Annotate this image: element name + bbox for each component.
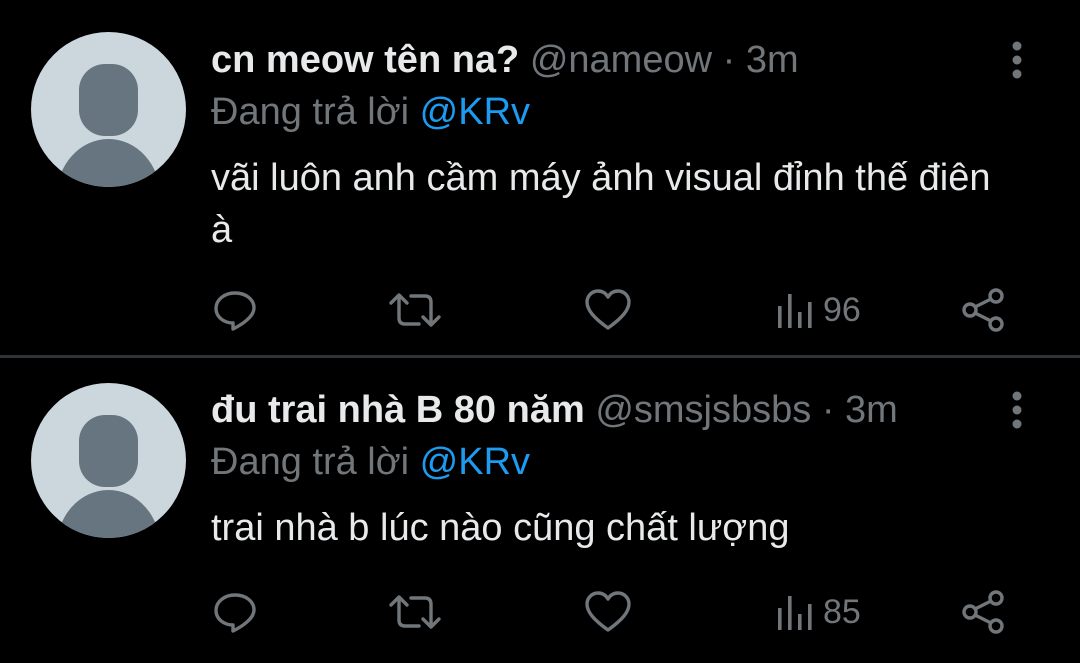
user-handle[interactable]: @smsjsbsbs (595, 389, 811, 431)
tweet-header: đu trai nhà B 80 năm @smsjsbsbs · 3m (211, 388, 898, 432)
views-button[interactable]: 85 (775, 582, 861, 642)
views-button[interactable]: 96 (775, 280, 861, 340)
timestamp[interactable]: 3m (845, 389, 898, 431)
replying-to-label: Đang trả lời (211, 91, 410, 133)
avatar[interactable] (31, 32, 186, 187)
replying-to: Đang trả lời @KRv (211, 90, 530, 134)
tweet-text: vãi luôn anh cầm máy ảnh visual đỉnh thế… (211, 157, 991, 251)
heart-icon (585, 591, 631, 632)
display-name[interactable]: cn meow tên na? (211, 39, 519, 81)
reply-icon (214, 593, 256, 633)
separator-dot: · (821, 389, 835, 431)
retweet-icon (389, 595, 441, 629)
more-vertical-icon (1012, 391, 1022, 429)
tweet-actions: 85 (0, 582, 1080, 642)
tweet-actions: 96 (0, 280, 1080, 340)
tweet-item[interactable]: đu trai nhà B 80 năm @smsjsbsbs · 3m Đan… (0, 358, 1080, 663)
more-button[interactable] (1000, 38, 1034, 82)
mention-link[interactable]: @KRv (420, 91, 530, 133)
views-chart-icon (778, 294, 812, 328)
default-avatar-icon (57, 64, 160, 187)
mention-link[interactable]: @KRv (420, 441, 530, 483)
retweet-button[interactable] (383, 582, 447, 642)
views-chart-icon (778, 596, 812, 630)
heart-icon (585, 289, 631, 330)
display-name[interactable]: đu trai nhà B 80 năm (211, 389, 585, 431)
tweet-header: cn meow tên na? @nameow · 3m (211, 38, 799, 82)
separator-dot: · (722, 39, 736, 81)
more-vertical-icon (1012, 41, 1022, 79)
like-button[interactable] (584, 280, 632, 340)
views-count: 85 (823, 592, 861, 631)
tweet-item[interactable]: cn meow tên na? @nameow · 3m Đang trả lờ… (0, 0, 1080, 356)
default-avatar-icon (57, 415, 160, 538)
more-button[interactable] (1000, 388, 1034, 432)
share-button[interactable] (960, 280, 1006, 340)
like-button[interactable] (584, 582, 632, 642)
reply-icon (214, 291, 256, 331)
share-button[interactable] (960, 582, 1006, 642)
replying-to-label: Đang trả lời (211, 441, 410, 483)
replying-to: Đang trả lời @KRv (211, 440, 530, 484)
reply-button[interactable] (213, 280, 257, 340)
share-icon (962, 288, 1004, 332)
retweet-icon (389, 293, 441, 327)
tweet-text: trai nhà b lúc nào cũng chất lượng (211, 507, 790, 549)
avatar[interactable] (31, 383, 186, 538)
tweet-feed: cn meow tên na? @nameow · 3m Đang trả lờ… (0, 0, 1080, 663)
reply-button[interactable] (213, 582, 257, 642)
views-count: 96 (823, 290, 861, 329)
retweet-button[interactable] (383, 280, 447, 340)
timestamp[interactable]: 3m (746, 39, 799, 81)
user-handle[interactable]: @nameow (530, 39, 712, 81)
share-icon (962, 590, 1004, 634)
